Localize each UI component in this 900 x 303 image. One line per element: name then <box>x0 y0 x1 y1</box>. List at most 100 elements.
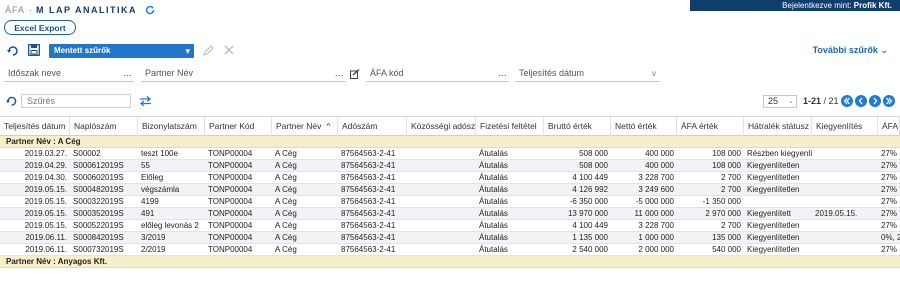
cell-journal-number: S000842019S <box>73 233 124 242</box>
cell-partner-code: TONP00004 <box>208 245 253 254</box>
table-row[interactable]: 2019.06.11. S000732019S 2/2019 TONP00004 A C… <box>0 244 900 256</box>
column-header-partner-code[interactable]: Partner Kód <box>205 117 272 136</box>
column-header-payment-terms[interactable]: Fizetési feltétel <box>476 117 544 136</box>
column-header-journal-number[interactable]: Naplószám <box>70 117 138 136</box>
cell-vat-value: -1 350 000 <box>702 197 741 206</box>
cell-gross-value: 4 100 449 <box>572 221 608 230</box>
cell-outstanding-status: Kiegyenlítetlen <box>747 161 800 170</box>
vat-code-lookup-button[interactable]: ... <box>498 66 507 81</box>
table-row[interactable]: 2019.04.29. S000612019S 55 TONP00004 A Cég 87… <box>0 160 900 172</box>
cell-vat-rate: 27% <box>881 221 898 230</box>
cell-gross-value: 2 540 000 <box>572 245 608 254</box>
column-header-net-value[interactable]: Nettó érték <box>611 117 677 136</box>
delete-icon[interactable] <box>224 45 234 55</box>
cell-settlement <box>812 244 878 256</box>
cell-completion-date: 2019.05.15. <box>24 197 67 206</box>
refresh-grid-icon[interactable] <box>6 96 17 106</box>
cell-partner-code: TONP00004 <box>208 209 253 218</box>
cell-tax-number: 87564563-2-41 <box>341 221 396 230</box>
column-header-document-number[interactable]: Bizonylatszám <box>138 117 205 136</box>
period-field[interactable]: Időszak neve ... <box>4 66 134 82</box>
cell-settlement <box>812 160 878 172</box>
saved-filters-dropdown[interactable]: Mentett szűrők ▾ <box>49 44 194 58</box>
period-lookup-button[interactable]: ... <box>123 66 132 81</box>
cell-outstanding-status: Kiegyenlítetlen <box>747 245 800 254</box>
column-header-vat-rate[interactable]: ÁFA <box>878 117 900 136</box>
cell-partner-name: A Cég <box>275 149 297 158</box>
cell-partner-code: TONP00004 <box>208 233 253 242</box>
completion-date-placeholder: Teljesítés dátum <box>519 68 585 78</box>
column-header-gross-value[interactable]: Bruttó érték <box>544 117 611 136</box>
edit-icon[interactable] <box>203 45 214 56</box>
column-header-completion-date[interactable]: Teljesítés dátum <box>0 117 70 136</box>
column-header-settlement[interactable]: Kiegyenlítés <box>812 117 878 136</box>
cell-settlement <box>812 184 878 196</box>
cell-journal-number: S000732019S <box>73 245 124 254</box>
cell-completion-date: 2019.04.29. <box>24 161 67 170</box>
cell-document-number: 2/2019 <box>141 245 166 254</box>
table-row[interactable]: 2019.06.11. S000842019S 3/2019 TONP00004 A C… <box>0 232 900 244</box>
table-row[interactable]: 2019.05.15. S000482019S végszámla TONP00004… <box>0 184 900 196</box>
cell-gross-value: -6 350 000 <box>569 197 608 206</box>
group-header-row[interactable]: Partner Név : A Cég <box>0 136 900 148</box>
cell-vat-value: 2 700 <box>720 173 741 182</box>
edit-note-icon[interactable] <box>350 69 360 79</box>
page-size-value: 25 <box>768 96 779 106</box>
cell-partner-code: TONP00004 <box>208 173 253 182</box>
more-filters-toggle[interactable]: További szűrők ⌄ <box>813 45 888 56</box>
column-header-partner-name[interactable]: Partner Név ^ <box>272 117 338 136</box>
cell-completion-date: 2019.06.11. <box>25 233 67 242</box>
cell-tax-number: 87564563-2-41 <box>341 185 396 194</box>
next-page-icon[interactable] <box>869 95 881 107</box>
cell-document-number: végszámla <box>141 185 180 194</box>
table-row[interactable]: 2019.05.15. S000352019S 491 TONP00004 A Cég 8… <box>0 208 900 220</box>
completion-date-field[interactable]: Teljesítés dátum v <box>515 66 660 82</box>
cell-net-value: 11 000 000 <box>634 209 674 218</box>
partner-name-placeholder: Partner Név <box>145 68 194 78</box>
first-page-icon[interactable] <box>841 95 853 107</box>
page-title: M LAP ANALITIKA <box>36 5 138 15</box>
table-row[interactable]: 2019.05.15. S000522019S előleg levonás 2 TO… <box>0 220 900 232</box>
vat-code-field[interactable]: ÁFA kód ... <box>366 66 509 82</box>
group-header-row[interactable]: Partner Név : Anyagos Kft. <box>0 256 900 268</box>
cell-outstanding-status: Kiegyenlítetlen <box>747 233 800 242</box>
partner-name-field[interactable]: Partner Név ... <box>141 66 346 82</box>
cell-document-number: 4199 <box>141 197 159 206</box>
reset-filters-icon[interactable] <box>7 45 19 56</box>
column-header-tax-number[interactable]: Adószám <box>338 117 407 136</box>
cell-vat-rate: 0%, 2 <box>881 233 900 242</box>
logged-in-user[interactable]: Profik Kft. <box>854 1 892 10</box>
table-row[interactable]: 2019.04.30. S000602019S Előleg TONP00004 A C… <box>0 172 900 184</box>
cell-tax-number: 87564563-2-41 <box>341 233 396 242</box>
breadcrumb-parent[interactable]: ÁFA <box>5 5 25 15</box>
swap-icon[interactable] <box>139 96 152 106</box>
cell-community-tax-number <box>407 232 476 244</box>
cell-document-number: előleg levonás 2 <box>141 221 199 230</box>
cell-net-value: -5 000 000 <box>635 197 674 206</box>
grid-toolbar: Szűrés 25 ⌄ 1-21 / 21 <box>0 93 900 109</box>
cell-vat-value: 108 000 <box>712 149 741 158</box>
cell-payment-terms: Átutalás <box>479 149 508 158</box>
cell-settlement <box>812 196 878 208</box>
cell-journal-number: S000602019S <box>73 173 124 182</box>
save-icon[interactable] <box>28 44 40 56</box>
cell-document-number: 491 <box>141 209 155 218</box>
last-page-icon[interactable] <box>883 95 895 107</box>
table-row[interactable]: 2019.05.15. S000322019S 4199 TONP00004 A Cég… <box>0 196 900 208</box>
table-row[interactable]: 2019.03.27. S00002 teszt 100e TONP00004 A Cé… <box>0 148 900 160</box>
refresh-icon[interactable] <box>145 5 155 15</box>
cell-gross-value: 508 000 <box>579 149 608 158</box>
filter-toolbar: Mentett szűrők ▾ További szűrők ⌄ <box>0 41 900 61</box>
cell-net-value: 3 228 700 <box>638 173 674 182</box>
partner-name-lookup-button[interactable]: ... <box>335 66 344 81</box>
column-header-vat-value[interactable]: ÁFA érték <box>677 117 744 136</box>
cell-net-value: 3 228 700 <box>638 221 674 230</box>
prev-page-icon[interactable] <box>855 95 867 107</box>
column-header-outstanding-status[interactable]: Hátralék státusz <box>744 117 812 136</box>
excel-export-button[interactable]: Excel Export <box>4 20 76 35</box>
search-input[interactable]: Szűrés <box>21 94 131 108</box>
column-header-community-tax-number[interactable]: Közösségi adósz <box>407 117 476 136</box>
cell-gross-value: 4 100 449 <box>572 173 608 182</box>
page-size-select[interactable]: 25 ⌄ <box>763 95 797 108</box>
cell-payment-terms: Átutalás <box>479 161 508 170</box>
